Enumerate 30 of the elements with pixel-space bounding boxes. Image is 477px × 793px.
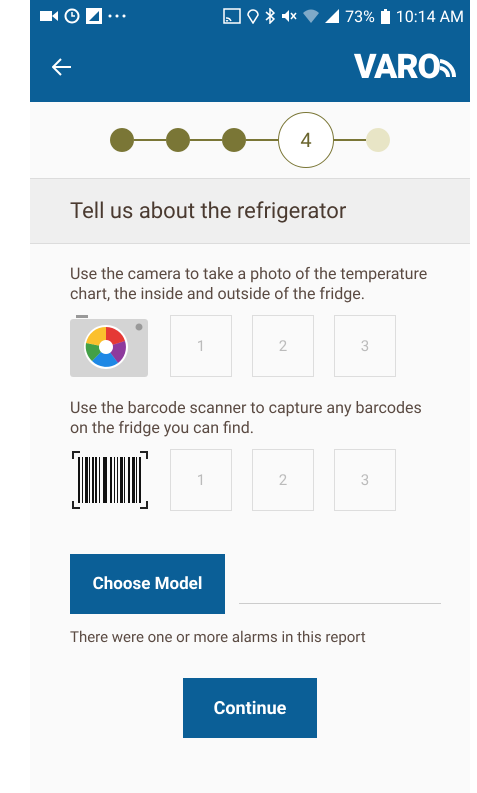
mute-icon	[281, 8, 298, 24]
section-title: Tell us about the refrigerator	[70, 198, 346, 224]
choose-model-button[interactable]: Choose Model	[70, 554, 225, 614]
clock-time: 10:14 AM	[396, 6, 464, 26]
capture-slot[interactable]: 2	[252, 449, 314, 511]
clock-icon	[64, 8, 80, 24]
continue-button[interactable]: Continue	[183, 678, 317, 738]
location-icon	[247, 8, 260, 24]
step-indicator: 4	[278, 112, 334, 168]
capture-slot[interactable]: 1	[170, 315, 232, 377]
capture-slot[interactable]: 3	[334, 449, 396, 511]
more-icon	[108, 14, 126, 18]
capture-slot[interactable]: 1	[170, 449, 232, 511]
back-arrow-icon[interactable]	[52, 58, 72, 76]
wifi-icon	[303, 9, 320, 23]
video-icon	[40, 10, 58, 22]
capture-slot[interactable]: 3	[334, 315, 396, 377]
cast-icon	[223, 8, 242, 24]
barcode-scanner-icon[interactable]	[70, 449, 150, 511]
bluetooth-icon	[265, 8, 276, 24]
camera-icon[interactable]	[70, 315, 150, 377]
battery-icon	[380, 8, 390, 24]
battery-percent: 73%	[345, 6, 375, 26]
signal-icon	[325, 9, 340, 23]
logo-text: VARO	[354, 47, 440, 87]
instructions-text: Use the barcode scanner to capture any barcodes on the fridge you can find.	[70, 398, 423, 438]
capture-slot[interactable]: 2	[252, 315, 314, 377]
alarm-note: There were one or more alarms in this report	[70, 628, 367, 646]
instructions-text: Use the camera to take a photo of the temperature chart, the inside and outside of the fridge.	[70, 264, 428, 304]
image-icon	[86, 8, 102, 24]
